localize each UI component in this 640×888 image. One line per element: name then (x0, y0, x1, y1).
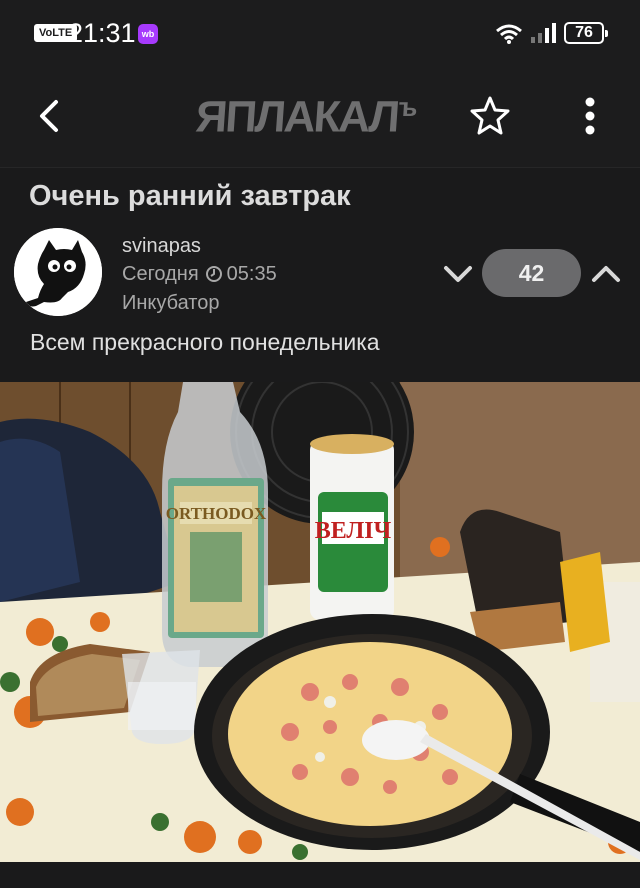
site-logo[interactable]: ЯПЛАКАЛъ (194, 92, 416, 142)
post-time: 05:35 (226, 263, 277, 285)
author-rank: Инкубатор (122, 292, 220, 314)
avatar[interactable] (14, 228, 102, 316)
more-menu-icon[interactable] (578, 94, 602, 138)
clock-icon (205, 266, 222, 282)
bottle-label: ORTHODOX (166, 504, 267, 523)
favorite-star-icon[interactable] (468, 94, 512, 138)
rating-score: 42 (482, 249, 581, 297)
post-meta: Сегодня 05:35 (122, 263, 277, 286)
bottom-strip (0, 862, 640, 888)
post-photo[interactable]: ORTHODOX ВЕЛІЧ (0, 382, 640, 862)
app-header: ЯПЛАКАЛъ (0, 64, 640, 168)
status-time: 21:31 (68, 18, 136, 48)
vote-up-chevron-icon[interactable] (590, 262, 622, 286)
author-name[interactable]: svinapas (122, 235, 201, 258)
wifi-icon (496, 24, 522, 44)
vote-down-chevron-icon[interactable] (442, 262, 474, 286)
post-text: Всем прекрасного понедельника (30, 329, 380, 355)
post-title: Очень ранний завтрак (29, 180, 351, 212)
app-notification-icon: wb (138, 24, 158, 44)
status-bar: VoLTE 21:31 wb 76 (0, 0, 640, 64)
signal-icon (531, 23, 556, 43)
back-arrow-icon[interactable] (30, 94, 70, 138)
battery-indicator: 76 (564, 22, 608, 44)
can-label: ВЕЛІЧ (315, 518, 392, 544)
post-date: Сегодня (122, 263, 199, 285)
cat-avatar-icon (14, 228, 102, 316)
